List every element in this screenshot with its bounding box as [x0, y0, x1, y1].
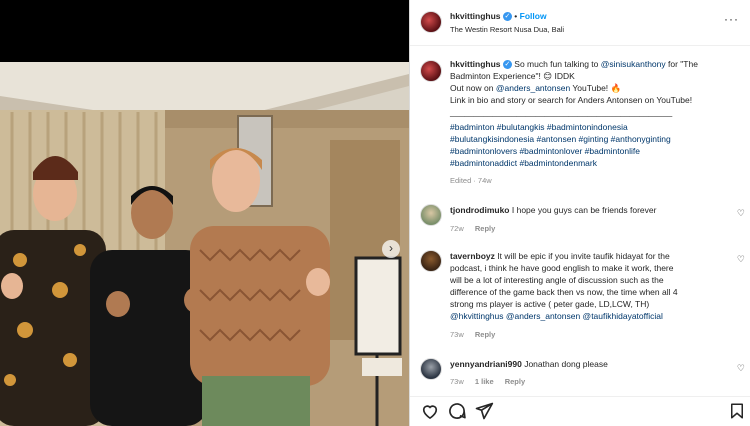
reply-button[interactable]: Reply [475, 224, 495, 233]
bookmark-icon[interactable] [728, 401, 746, 421]
post-action-bar [410, 396, 750, 426]
comment-line: tjondrodimuko I hope you guys can be fri… [450, 205, 656, 217]
follow-button[interactable]: Follow [520, 11, 547, 21]
caption-text: YouTube! 🔥 [572, 83, 622, 93]
verified-badge-icon: ✓ [502, 60, 512, 70]
caption-divider-line: ________________________________________… [450, 107, 673, 117]
caption-text: So much fun talking to [514, 59, 599, 69]
caption-text: Out now on [450, 83, 494, 93]
verified-badge-icon: ✓ [502, 12, 512, 22]
commenter-username[interactable]: yennyandriani990 [450, 359, 522, 369]
commenter-username[interactable]: tjondrodimuko [450, 205, 510, 215]
chevron-right-icon: › [389, 241, 393, 255]
commenter-avatar[interactable] [420, 204, 442, 226]
author-username[interactable]: hkvittinghus [450, 11, 501, 21]
post-photo: › [0, 0, 409, 426]
comment-line: yennyandriani990 Jonathan dong please [450, 359, 608, 371]
comment-text: podcast, i think he have good english to… [450, 263, 674, 273]
comment-likes[interactable]: 1 like [475, 377, 494, 386]
more-options-icon[interactable]: ··· [724, 12, 739, 26]
commenter-avatar[interactable] [420, 358, 442, 380]
author-line: hkvittinghus ✓ • Follow [450, 11, 547, 23]
post-header: hkvittinghus ✓ • Follow The Westin Resor… [410, 0, 750, 46]
comment-time: 73w [450, 377, 464, 386]
hashtag-line[interactable]: #bulutangkisindonesia #antonsen #ginting… [450, 134, 671, 146]
share-icon[interactable] [474, 401, 494, 421]
mention-link[interactable]: @anders_antonsen [496, 83, 570, 93]
caption-edited-time: Edited · 74w [450, 176, 492, 185]
comment-icon[interactable] [447, 401, 467, 421]
heart-icon[interactable] [420, 401, 440, 421]
instagram-post-view: › hkvittinghus ✓ • Follow The Westin Res… [0, 0, 750, 426]
caption-line-2: Badminton Experience"! 😊 IDDK [450, 71, 575, 81]
heart-icon[interactable]: ♡ [737, 254, 745, 265]
caption-line-4: Link in bio and story or search for Ande… [450, 95, 693, 105]
reply-button[interactable]: Reply [505, 377, 525, 386]
post-image [0, 0, 409, 426]
reply-button[interactable]: Reply [475, 330, 495, 339]
author-avatar[interactable] [420, 11, 442, 33]
comment-time: 73w [450, 330, 464, 339]
commenter-avatar[interactable] [420, 250, 442, 272]
comment-time: 72w [450, 224, 464, 233]
comment-text: Jonathan dong please [524, 359, 608, 369]
comment-meta: 73w 1 like Reply [450, 377, 534, 386]
caption-username[interactable]: hkvittinghus [450, 59, 501, 69]
hashtag-line[interactable]: #badminton #bulutangkis #badmintonindone… [450, 122, 628, 134]
comment-text: It will be epic if you invite taufik hid… [497, 251, 670, 261]
caption-text: for "The [668, 59, 698, 69]
comment-text: strong ms player is active ( peter gade,… [450, 299, 650, 309]
mention-link[interactable]: @sinisukanthony [601, 59, 666, 69]
comment-meta: 73w Reply [450, 330, 504, 339]
separator: • [514, 11, 518, 21]
post-detail-panel: hkvittinghus ✓ • Follow The Westin Resor… [409, 0, 750, 426]
location-link[interactable]: The Westin Resort Nusa Dua, Bali [450, 24, 564, 36]
commenter-username[interactable]: tavernboyz [450, 251, 495, 261]
caption-avatar[interactable] [420, 60, 442, 82]
hashtag-line[interactable]: #badmintonlovers #badmintonlover #badmin… [450, 146, 640, 158]
heart-icon[interactable]: ♡ [737, 208, 745, 219]
comment-line: tavernboyz It will be epic if you invite… [450, 251, 670, 263]
caption-line-3: Out now on @anders_antonsen YouTube! 🔥 [450, 83, 621, 95]
comment-text: will be a lot of interesting angle of di… [450, 275, 664, 285]
comment-meta: 72w Reply [450, 224, 504, 233]
comment-mentions[interactable]: @hkvittinghus @anders_antonsen @taufikhi… [450, 311, 663, 323]
caption-line-1: hkvittinghus ✓ So much fun talking to @s… [450, 59, 698, 71]
comment-text: difference of the game back then vs now,… [450, 287, 678, 297]
hashtag-line[interactable]: #badmintonaddict #badmintondenmark [450, 158, 597, 170]
comment-text: I hope you guys can be friends forever [511, 205, 657, 215]
heart-icon[interactable]: ♡ [737, 363, 745, 374]
next-photo-button[interactable]: › [382, 240, 400, 258]
